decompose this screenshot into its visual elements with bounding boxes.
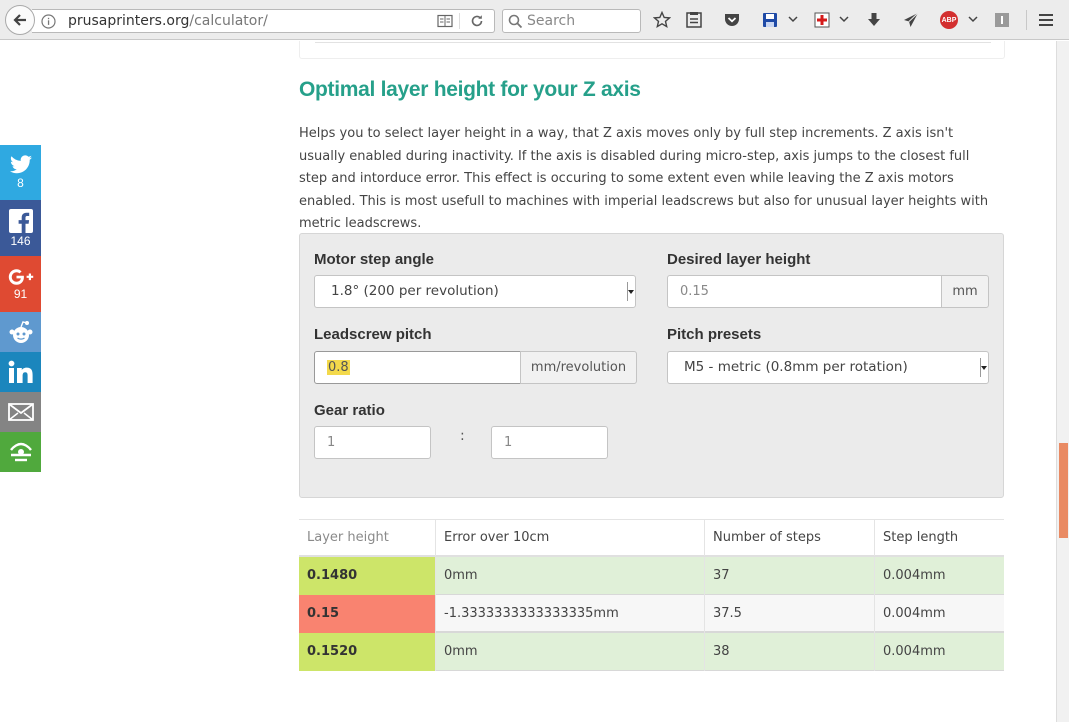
- select-arrow-icon: [980, 358, 987, 377]
- layer-height-cell: 0.15: [299, 595, 436, 633]
- search-icon: [508, 14, 523, 29]
- info-icon[interactable]: [41, 14, 56, 29]
- bookmarks-list-icon[interactable]: [685, 11, 703, 29]
- linkedin-share-button[interactable]: [0, 352, 41, 392]
- motor-step-select[interactable]: 1.8° (200 per revolution): [314, 275, 636, 308]
- share-icon: [9, 442, 32, 462]
- leadscrew-input[interactable]: 0.8: [314, 351, 522, 384]
- calculator-panel: Motor step angle 1.8° (200 per revolutio…: [299, 233, 1004, 498]
- googleplus-share-button[interactable]: 91: [0, 256, 41, 312]
- googleplus-icon: [8, 268, 33, 285]
- error-cell: 0mm: [436, 633, 705, 671]
- urlbar-separator: [459, 13, 460, 29]
- layer-height-cell: 0.1480: [299, 557, 436, 595]
- search-bar[interactable]: Search: [502, 9, 641, 33]
- pitch-presets-label: Pitch presets: [667, 326, 762, 343]
- browser-toolbar: prusaprinters.org/calculator/ Search ABP: [0, 0, 1069, 40]
- steps-cell: 38: [705, 633, 875, 671]
- email-icon: [7, 403, 34, 421]
- adblock-icon[interactable]: ABP: [940, 11, 958, 29]
- chevron-down-icon[interactable]: [788, 14, 798, 24]
- extension-icon[interactable]: [993, 11, 1011, 29]
- layer-height-label: Desired layer height: [667, 251, 811, 268]
- reddit-icon: [9, 321, 32, 343]
- previous-card: [299, 41, 1005, 59]
- more-share-button[interactable]: [0, 432, 41, 472]
- step-length-cell: 0.004mm: [883, 644, 946, 659]
- email-share-button[interactable]: [0, 392, 41, 432]
- menu-icon[interactable]: [1037, 11, 1055, 29]
- save-disk-icon[interactable]: [761, 11, 779, 29]
- gear-ratio-separator: :: [460, 428, 465, 444]
- url-text[interactable]: prusaprinters.org/calculator/: [68, 13, 268, 29]
- chevron-down-icon[interactable]: [968, 14, 978, 24]
- googleplus-count: 91: [13, 286, 28, 301]
- bookmark-star-icon[interactable]: [653, 11, 671, 29]
- header-step-length[interactable]: Step length: [875, 519, 1004, 556]
- select-arrow-icon: [627, 282, 634, 301]
- twitter-share-button[interactable]: 8: [0, 145, 41, 200]
- layer-height-input[interactable]: 0.15: [667, 275, 943, 308]
- send-icon[interactable]: [902, 11, 920, 29]
- toolbar-divider: [1026, 10, 1027, 30]
- steps-cell: 37: [705, 557, 875, 595]
- motor-step-label: Motor step angle: [314, 251, 435, 268]
- table-row[interactable]: 0.15 -1.3333333333333335mm 37.5 0.004mm: [299, 595, 1004, 633]
- back-button[interactable]: [5, 5, 35, 35]
- twitter-count: 8: [17, 176, 24, 190]
- twitter-icon: [9, 155, 32, 174]
- linkedin-icon: [8, 360, 33, 383]
- chevron-down-icon[interactable]: [839, 14, 849, 24]
- error-cell: -1.3333333333333335mm: [436, 595, 705, 633]
- page-scrollbar[interactable]: [1056, 41, 1069, 722]
- steps-cell: 37.5: [705, 595, 875, 633]
- gear-ratio-label: Gear ratio: [314, 402, 385, 419]
- pocket-icon[interactable]: [723, 11, 741, 29]
- search-placeholder: Search: [527, 13, 576, 29]
- header-error[interactable]: Error over 10cm: [436, 519, 705, 556]
- reddit-share-button[interactable]: [0, 312, 41, 352]
- reader-view-icon[interactable]: [437, 14, 453, 28]
- pitch-presets-select[interactable]: M5 - metric (0.8mm per rotation): [667, 351, 989, 384]
- leadscrew-unit: mm/revolution: [520, 351, 637, 384]
- section-title: Optimal layer height for your Z axis: [299, 78, 641, 101]
- download-icon[interactable]: [865, 11, 883, 29]
- facebook-share-button[interactable]: 146: [0, 200, 41, 256]
- step-length-cell: 0.004mm: [883, 568, 946, 583]
- section-description: Helps you to select layer height in a wa…: [299, 126, 989, 232]
- header-layer-height[interactable]: Layer height: [299, 519, 436, 556]
- error-cell: 0mm: [436, 557, 705, 595]
- back-arrow-icon: [13, 14, 26, 26]
- first-aid-icon[interactable]: [813, 11, 831, 29]
- scrollbar-thumb[interactable]: [1059, 443, 1068, 538]
- gear-ratio-input-b[interactable]: 1: [491, 426, 608, 459]
- table-row[interactable]: 0.1480 0mm 37 0.004mm: [299, 557, 1004, 595]
- step-length-cell: 0.004mm: [883, 606, 946, 621]
- leadscrew-label: Leadscrew pitch: [314, 326, 432, 343]
- facebook-icon: [8, 208, 33, 233]
- header-steps[interactable]: Number of steps: [705, 519, 875, 556]
- layer-height-unit: mm: [941, 275, 989, 308]
- gear-ratio-input-a[interactable]: 1: [314, 426, 431, 459]
- table-row[interactable]: 0.1520 0mm 38 0.004mm: [299, 633, 1004, 671]
- layer-height-cell: 0.1520: [299, 633, 436, 671]
- facebook-count: 146: [10, 233, 31, 248]
- url-bar[interactable]: prusaprinters.org/calculator/: [32, 9, 495, 33]
- page-content: Optimal layer height for your Z axis Hel…: [0, 41, 1056, 722]
- reload-icon[interactable]: [469, 13, 485, 29]
